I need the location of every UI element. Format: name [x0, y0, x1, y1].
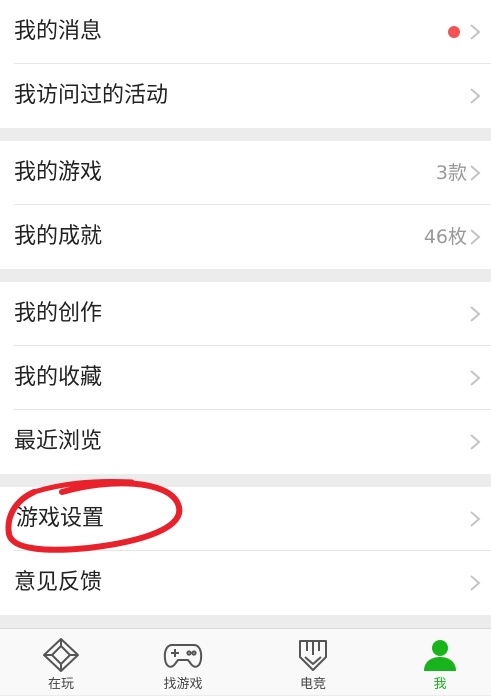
profile-icon	[424, 640, 456, 671]
menu-item-label: 最近浏览	[14, 429, 103, 454]
settings-list: 我的消息 我访问过的活动 我的游戏 3款 我的成就 46枚 我的创作 我的收藏	[0, 0, 491, 628]
menu-item-label: 意见反馈	[14, 570, 103, 595]
chevron-right-icon	[470, 306, 481, 322]
menu-item-label: 我的收藏	[14, 365, 103, 390]
tab-label: 在玩	[47, 677, 74, 692]
menu-item-label: 游戏设置	[16, 506, 105, 531]
menu-item-label: 我访问过的活动	[14, 83, 169, 108]
chevron-right-icon	[470, 165, 481, 181]
menu-item-game-settings[interactable]: 游戏设置	[0, 487, 491, 551]
menu-item-label: 我的创作	[14, 301, 103, 326]
tab-me[interactable]: 我	[379, 629, 491, 696]
esports-icon	[299, 640, 327, 671]
tab-label: 电竞	[299, 677, 326, 692]
chevron-right-icon	[470, 434, 481, 450]
chevron-right-icon	[470, 370, 481, 386]
menu-item-visited-activities[interactable]: 我访问过的活动	[0, 64, 491, 128]
menu-item-creations[interactable]: 我的创作	[0, 282, 491, 346]
tab-find-games[interactable]: 找游戏	[122, 629, 244, 696]
playing-icon	[43, 638, 79, 672]
unread-dot-badge	[448, 26, 460, 38]
tab-esports[interactable]: 电竞	[252, 629, 374, 696]
menu-item-recent-browsing[interactable]: 最近浏览	[0, 410, 491, 474]
chevron-right-icon	[470, 88, 481, 104]
chevron-right-icon	[470, 24, 481, 40]
menu-item-my-games[interactable]: 我的游戏 3款	[0, 141, 491, 205]
chevron-right-icon	[470, 511, 481, 527]
menu-item-favorites[interactable]: 我的收藏	[0, 346, 491, 410]
tab-playing[interactable]: 在玩	[0, 629, 122, 696]
menu-item-label: 我的成就	[14, 224, 103, 249]
chevron-right-icon	[470, 229, 481, 245]
gamepad-icon	[163, 644, 203, 668]
menu-item-label: 我的游戏	[14, 160, 103, 185]
tab-label: 我	[433, 677, 447, 692]
menu-item-achievements[interactable]: 我的成就 46枚	[0, 205, 491, 269]
bottom-tab-bar: 在玩 找游戏 电竞 我	[0, 628, 491, 695]
menu-item-label: 我的消息	[14, 19, 103, 44]
menu-item-value: 3款	[435, 162, 467, 184]
menu-item-feedback[interactable]: 意见反馈	[0, 551, 491, 615]
menu-item-value: 46枚	[423, 226, 467, 248]
chevron-right-icon	[470, 575, 481, 591]
menu-item-messages[interactable]: 我的消息	[0, 0, 491, 64]
tab-label: 找游戏	[163, 677, 203, 692]
